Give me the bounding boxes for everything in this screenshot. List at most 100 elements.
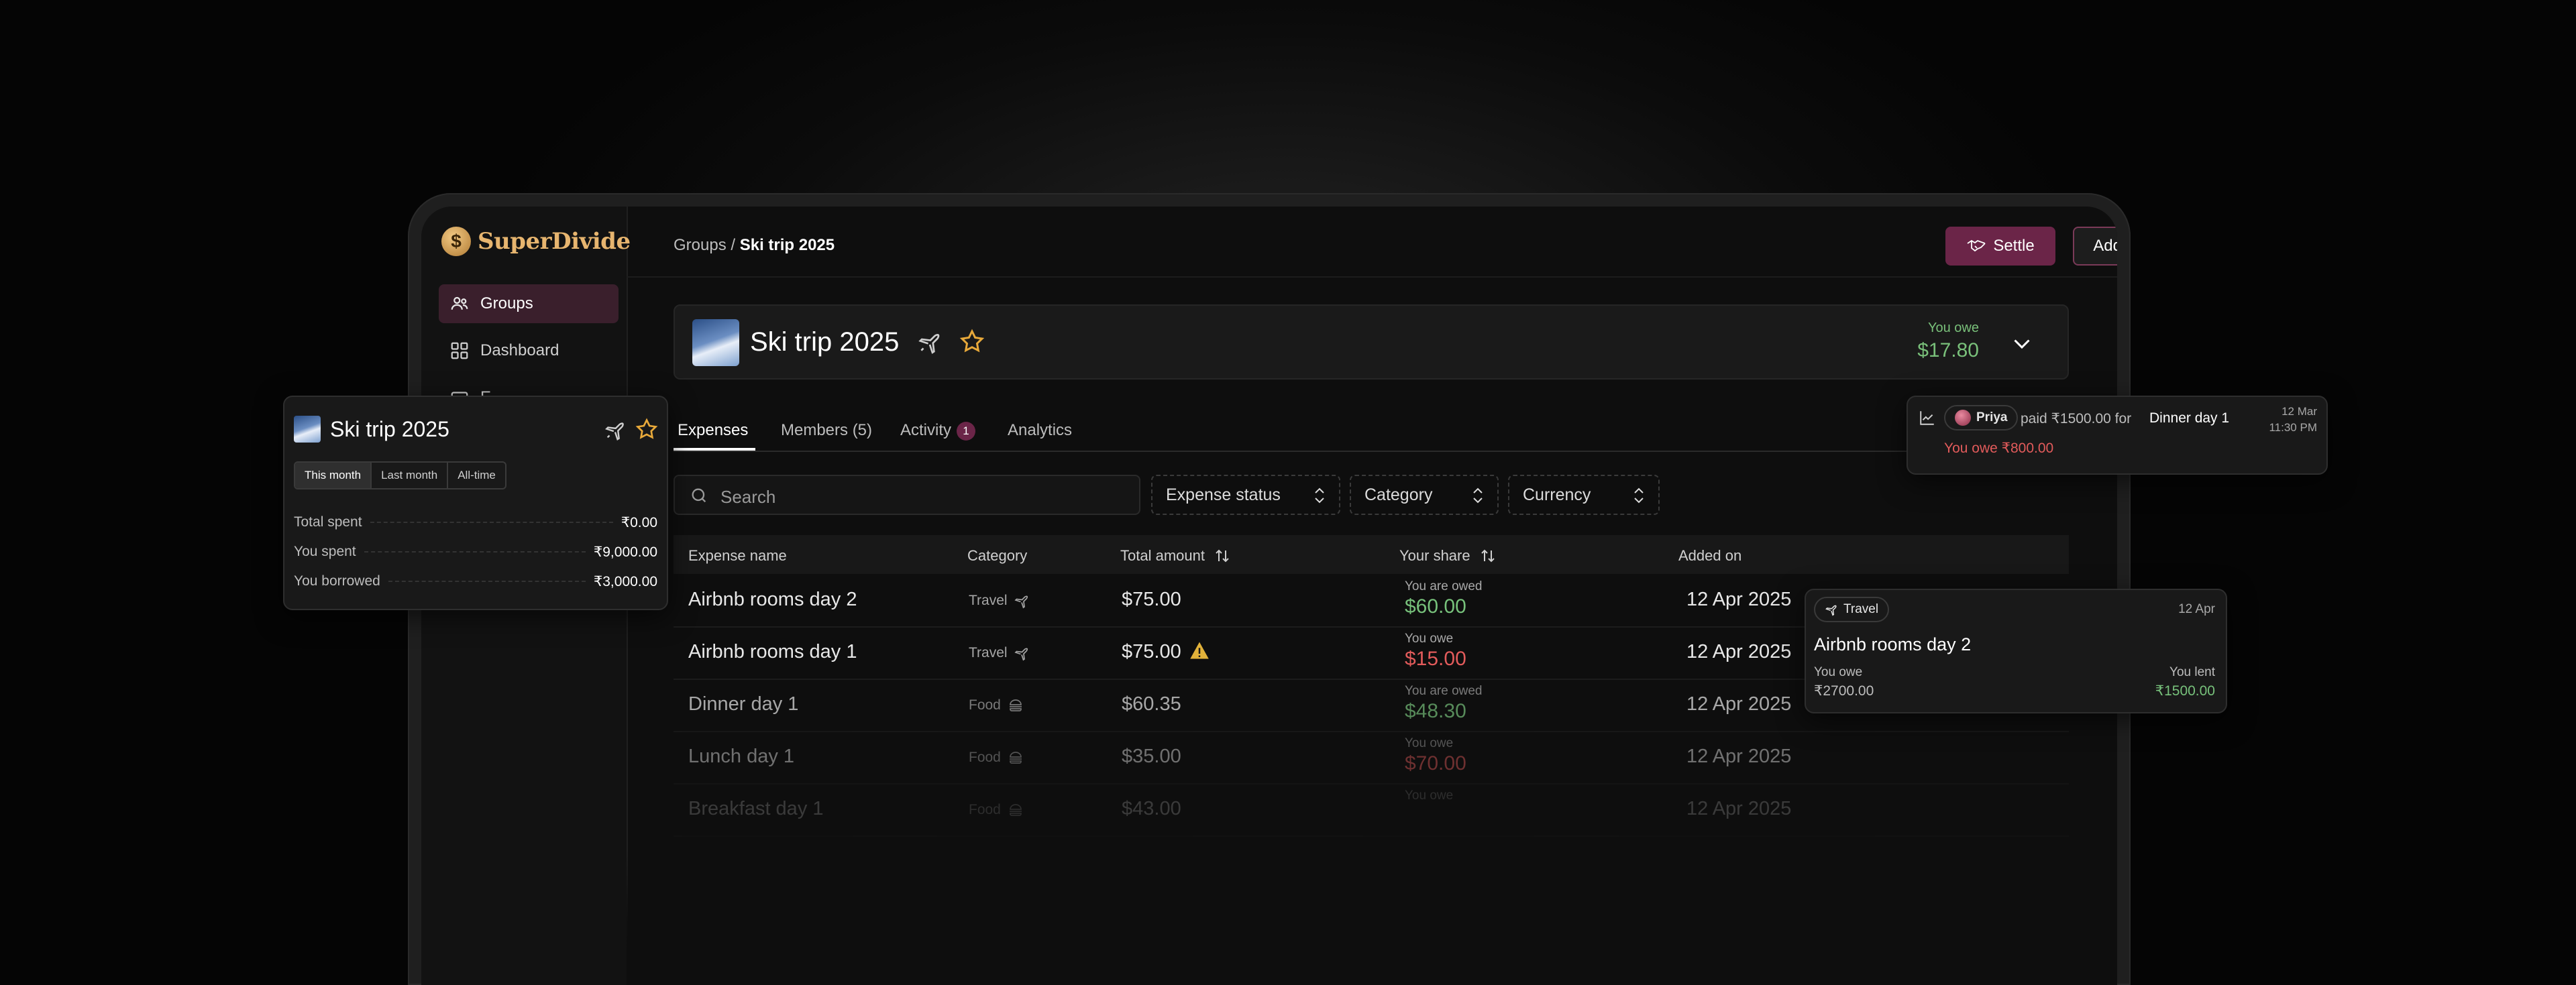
group-header-card: Ski trip 2025 You owe $17.80 [674, 304, 2069, 380]
expense-detail-card[interactable]: Travel 12 Apr Airbnb rooms day 2 You owe… [1805, 589, 2227, 713]
active-tab-indicator [674, 448, 755, 451]
share-amount: $70.00 [1405, 752, 1466, 774]
summary-row-spent: You spent ₹9,000.00 [294, 542, 657, 562]
table-row[interactable]: Breakfast day 1 Food $43.00 You owe 12 A… [674, 785, 2069, 837]
added-on: 12 Apr 2025 [1686, 746, 1792, 767]
summary-title: Ski trip 2025 [330, 417, 449, 441]
user-chip: Priya [1944, 405, 2019, 430]
added-on: 12 Apr 2025 [1686, 641, 1792, 662]
tab-analytics[interactable]: Analytics [1008, 421, 1072, 440]
plane-icon [1825, 605, 1837, 616]
total-amount: $60.35 [1122, 693, 1181, 715]
group-title: Ski trip 2025 [750, 327, 985, 357]
owe-label: You owe [1928, 321, 1979, 335]
period-selector: This month Last month All-time [294, 461, 506, 489]
category-label: Food [969, 697, 1001, 713]
bottom-fade-overlay [627, 850, 2117, 985]
category-chip: Travel [1814, 597, 1890, 622]
summary-row-borrowed: You borrowed ₹3,000.00 [294, 571, 657, 591]
period-all-time[interactable]: All-time [448, 463, 505, 488]
add-expense-button[interactable]: Add an expense [2073, 227, 2117, 266]
share-amount: $60.00 [1405, 595, 1466, 618]
warning-icon[interactable] [1189, 641, 1210, 660]
star-icon[interactable] [959, 328, 985, 355]
sidebar-item-dashboard[interactable]: Dashboard [439, 331, 619, 370]
tab-activity[interactable]: Activity 1 [900, 421, 976, 441]
total-amount: $35.00 [1122, 746, 1181, 767]
user-name: Priya [1976, 410, 2008, 424]
period-last-month[interactable]: Last month [372, 463, 449, 488]
expense-name: Airbnb rooms day 1 [688, 641, 857, 662]
brand-logo[interactable]: $ SuperDivide [441, 227, 631, 256]
column-header-date: Added on [1678, 547, 1742, 564]
activity-time: 11:30 PM [2269, 421, 2317, 434]
summary-value: ₹0.00 [621, 514, 657, 530]
column-header-label: Your share [1399, 547, 1470, 564]
summary-label: Total spent [294, 514, 362, 530]
burger-icon [1009, 752, 1022, 764]
dollar-coin-icon: $ [441, 227, 471, 256]
added-on: 12 Apr 2025 [1686, 589, 1792, 610]
period-this-month[interactable]: This month [295, 463, 372, 488]
sort-icon [1216, 549, 1229, 563]
activity-owe-text: You owe ₹800.00 [1944, 441, 2054, 456]
share-label: You owe [1405, 736, 1454, 750]
column-header-total[interactable]: Total amount [1120, 547, 1230, 565]
expense-name: Airbnb rooms day 2 [688, 589, 857, 610]
leader-dots [364, 551, 586, 553]
table-row[interactable]: Lunch day 1 Food $35.00 You owe $70.00 1… [674, 732, 2069, 785]
chevron-down-icon[interactable] [2010, 331, 2034, 355]
total-amount-value: $75.00 [1122, 641, 1181, 662]
leader-dots [388, 581, 586, 582]
sort-icon [1481, 549, 1495, 563]
category-filter[interactable]: Category [1350, 475, 1499, 515]
category-label: Travel [969, 645, 1008, 660]
summary-value: ₹9,000.00 [593, 544, 657, 560]
column-header-share[interactable]: Your share [1399, 547, 1496, 565]
activity-notification-card[interactable]: Priya paid ₹1500.00 for Dinner day 1 12 … [1907, 396, 2328, 475]
handshake-icon [1967, 239, 1986, 252]
you-owe-label: You owe [1814, 665, 1863, 679]
expense-category: Food [969, 802, 1024, 818]
search-input[interactable]: Search [674, 475, 1140, 515]
category-label: Food [969, 802, 1001, 817]
column-header-name: Expense name [688, 547, 787, 564]
expense-status-filter[interactable]: Expense status [1151, 475, 1340, 515]
share-amount: $15.00 [1405, 648, 1466, 670]
tab-activity-label: Activity [900, 421, 952, 439]
dashboard-icon [451, 342, 468, 359]
share-amount: $48.30 [1405, 700, 1466, 722]
tab-members[interactable]: Members (5) [781, 421, 872, 440]
tab-bar: Expenses Members (5) Activity 1 Analytics [674, 414, 2069, 452]
expense-category: Travel [969, 593, 1030, 609]
total-amount: $43.00 [1122, 798, 1181, 819]
expense-name: Breakfast day 1 [688, 798, 824, 819]
owe-amount: $17.80 [1917, 339, 1979, 361]
expense-category: Travel [969, 645, 1030, 661]
tab-expenses[interactable]: Expenses [678, 421, 748, 440]
activity-date: 12 Mar [2282, 405, 2317, 418]
top-bar: Groups / Ski trip 2025 Settle Add an exp… [627, 207, 2117, 278]
expense-category: Food [969, 697, 1024, 713]
settle-button[interactable]: Settle [1945, 227, 2055, 266]
plane-icon [1014, 595, 1028, 609]
star-icon[interactable] [635, 417, 659, 441]
plane-icon [918, 334, 940, 354]
expense-date: 12 Apr [2178, 602, 2215, 616]
activity-count-badge: 1 [957, 421, 976, 441]
group-name: Ski trip 2025 [750, 327, 900, 357]
sidebar-item-label: Groups [480, 294, 533, 312]
sidebar-item-groups[interactable]: Groups [439, 284, 619, 323]
burger-icon [1009, 804, 1022, 816]
summary-row-total: Total spent ₹0.00 [294, 512, 657, 532]
column-header-label: Total amount [1120, 547, 1205, 564]
share-label: You are owed [1405, 684, 1483, 698]
breadcrumb: Groups / Ski trip 2025 [674, 236, 835, 255]
share-label: You are owed [1405, 579, 1483, 593]
you-lent-label: You lent [2169, 665, 2215, 679]
sidebar-item-label: Dashboard [480, 341, 559, 359]
settle-button-label: Settle [1993, 237, 2035, 255]
expense-title: Airbnb rooms day 2 [1814, 634, 1972, 654]
breadcrumb-root[interactable]: Groups [674, 236, 727, 254]
currency-filter[interactable]: Currency [1508, 475, 1660, 515]
